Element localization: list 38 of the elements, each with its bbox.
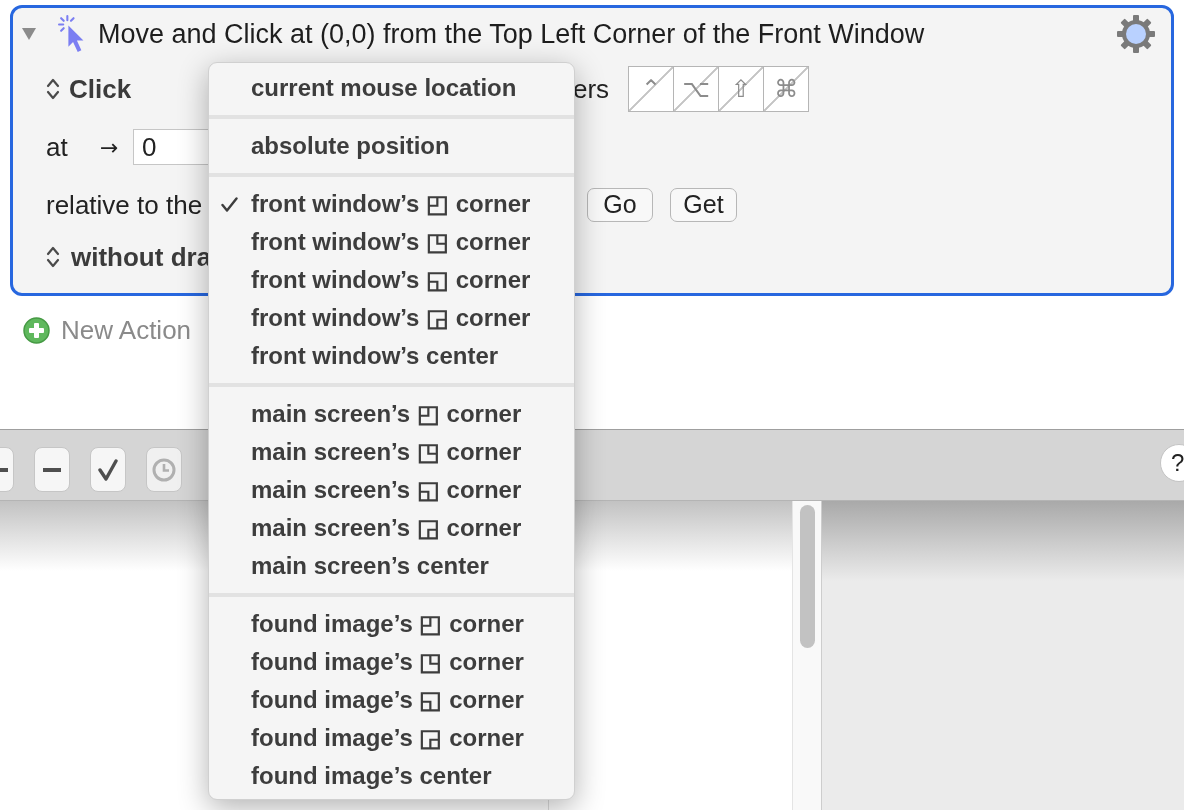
menu-item[interactable]: main screen’s center bbox=[209, 547, 574, 585]
menu-item[interactable]: found image’s center bbox=[209, 757, 574, 795]
checkmark-icon bbox=[98, 458, 118, 481]
menu-item[interactable]: main screen’s ◲ corner bbox=[209, 509, 574, 547]
menu-item[interactable]: front window’s ◲ corner bbox=[209, 299, 574, 337]
pointer-click-icon bbox=[58, 15, 85, 53]
minus-icon bbox=[43, 467, 61, 472]
menu-item[interactable]: main screen’s ◳ corner bbox=[209, 433, 574, 471]
toolbar-button[interactable] bbox=[90, 447, 126, 492]
menu-item[interactable]: front window’s ◱ corner bbox=[209, 261, 574, 299]
scroll-thumb[interactable] bbox=[799, 505, 815, 648]
action-button[interactable]: Go bbox=[587, 188, 653, 222]
menu-item[interactable]: main screen’s ◰ corner bbox=[209, 395, 574, 433]
modifiers-label: ers bbox=[573, 72, 610, 106]
toolbar-button[interactable] bbox=[34, 447, 70, 492]
settings-gear-icon[interactable] bbox=[1116, 14, 1156, 54]
menu-item[interactable]: found image’s ◰ corner bbox=[209, 605, 574, 643]
disclosure-triangle-icon[interactable] bbox=[22, 28, 36, 40]
stepper-icon bbox=[46, 77, 60, 101]
menu-item[interactable]: current mouse location bbox=[209, 69, 574, 107]
menu-item[interactable]: front window’s ◰ corner bbox=[209, 185, 574, 223]
menu-item[interactable]: found image’s ◲ corner bbox=[209, 719, 574, 757]
menu-item[interactable]: front window’s center bbox=[209, 337, 574, 375]
menu-item[interactable]: found image’s ◳ corner bbox=[209, 643, 574, 681]
minus-icon bbox=[0, 467, 8, 472]
relative-to-label: relative to the bbox=[46, 188, 203, 222]
click-type-popup[interactable]: Click bbox=[46, 69, 132, 109]
action-button[interactable]: Get bbox=[670, 188, 737, 222]
at-label: at bbox=[46, 130, 68, 164]
menu-item[interactable]: front window’s ◳ corner bbox=[209, 223, 574, 261]
clock-icon bbox=[152, 457, 176, 482]
stepper-icon bbox=[46, 245, 60, 269]
action-title: Move and Click at (0,0) from the Top Left Corner of the Front Window bbox=[98, 17, 925, 51]
menu-item[interactable]: found image’s ◱ corner bbox=[209, 681, 574, 719]
menu-item[interactable]: main screen’s ◱ corner bbox=[209, 471, 574, 509]
arrow-label: → bbox=[100, 133, 119, 162]
help-button[interactable]: ? bbox=[1160, 444, 1184, 482]
add-circle-icon bbox=[23, 316, 50, 344]
